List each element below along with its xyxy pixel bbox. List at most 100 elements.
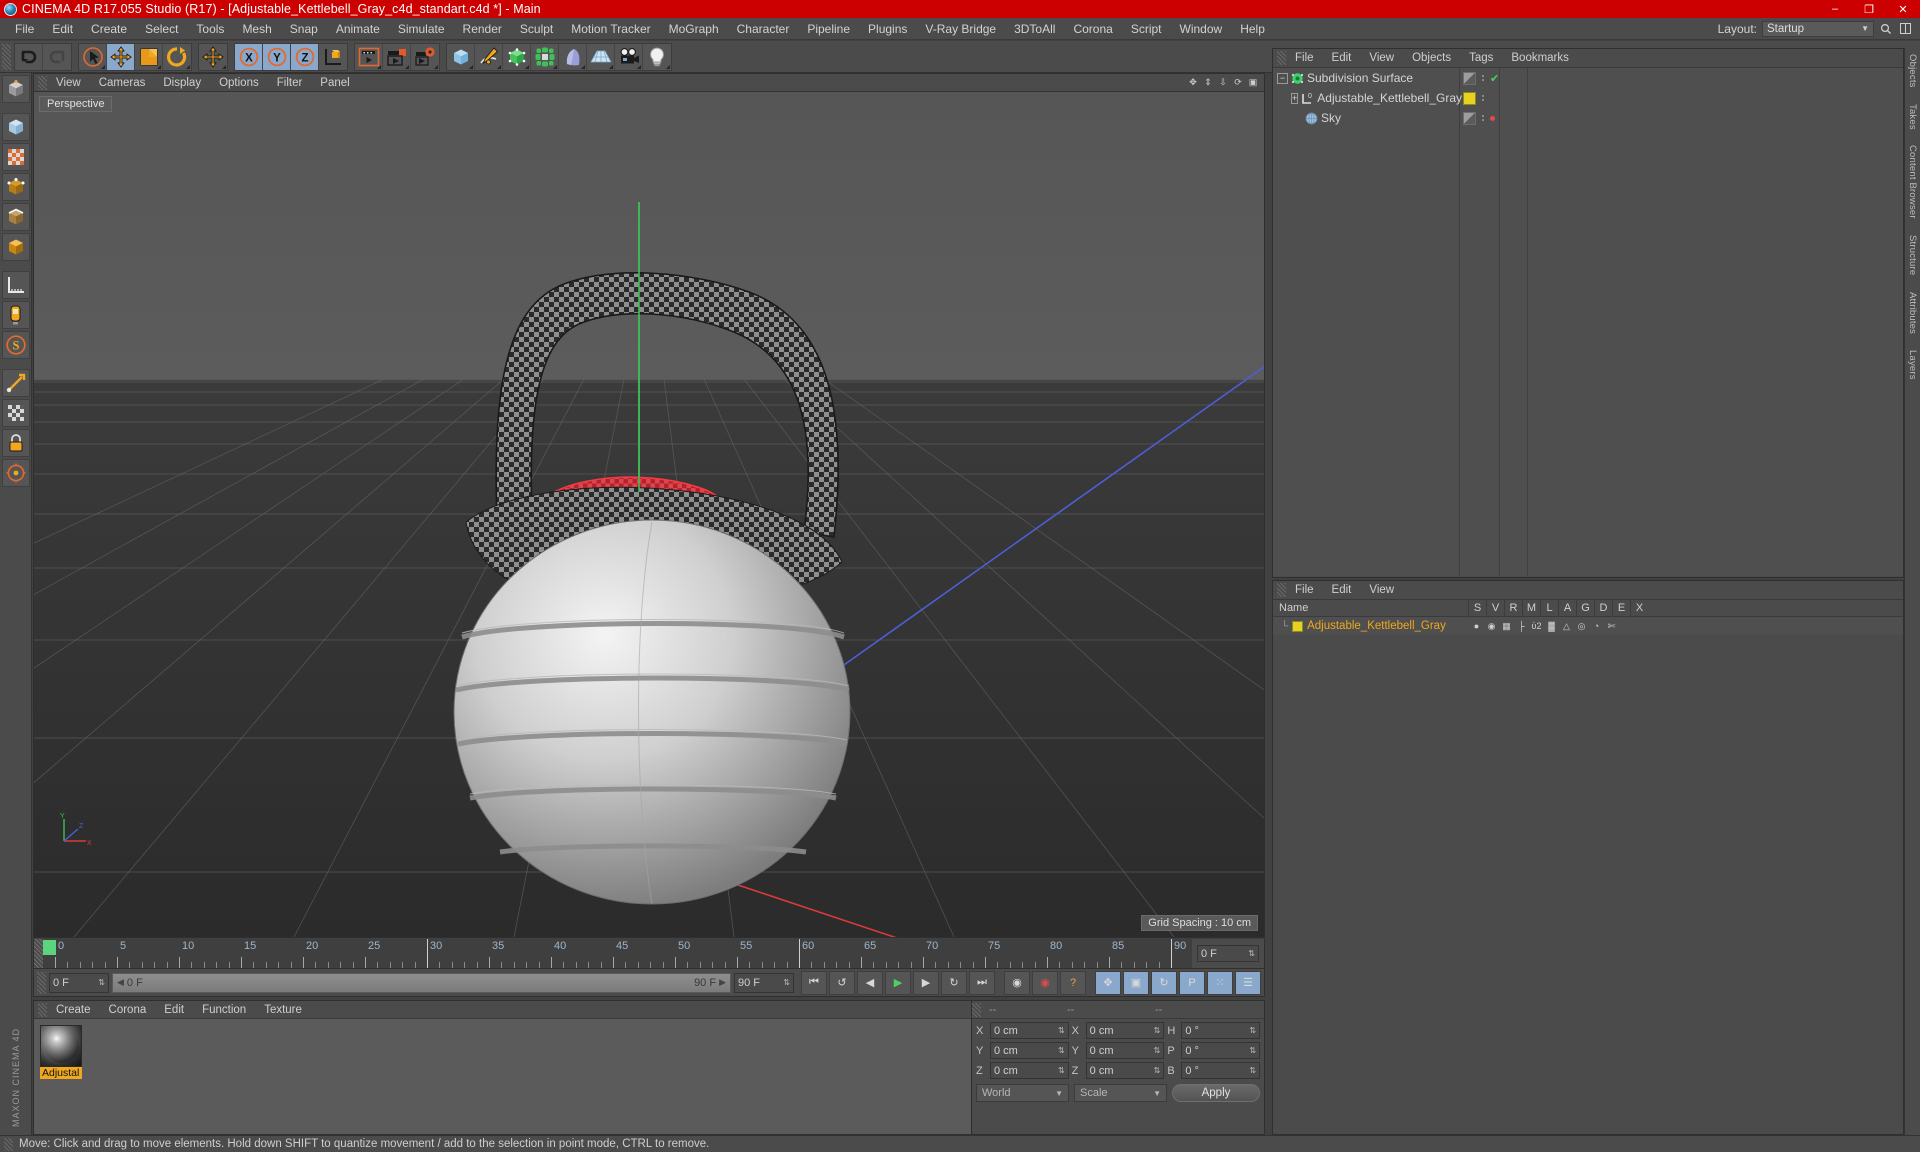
- expression-toggle-icon[interactable]: ◔: [1591, 620, 1602, 632]
- pla-key-button[interactable]: ⁙: [1207, 970, 1233, 995]
- object-menu-edit[interactable]: Edit: [1323, 49, 1361, 67]
- position-y-field[interactable]: 0 cm ⇅: [990, 1042, 1069, 1059]
- object-menu-bookmarks[interactable]: Bookmarks: [1502, 49, 1578, 67]
- layer-menu-edit[interactable]: Edit: [1323, 581, 1361, 599]
- render-settings-button[interactable]: [411, 43, 439, 70]
- object-row[interactable]: +0 Adjustable_Kettlebell_Gray: [1273, 88, 1903, 108]
- timeline-current-marker[interactable]: [43, 940, 56, 955]
- autokeying-button[interactable]: ◉: [1032, 970, 1058, 995]
- column-header-r[interactable]: R: [1504, 599, 1522, 617]
- spinner-icon[interactable]: ⇅: [1058, 1026, 1065, 1035]
- rotation-b-field[interactable]: 0 ° ⇅: [1181, 1062, 1261, 1079]
- object-menu-objects[interactable]: Objects: [1403, 49, 1460, 67]
- column-header-v[interactable]: V: [1486, 599, 1504, 617]
- dock-tab-objects[interactable]: Objects: [1907, 54, 1918, 88]
- disabled-dot-icon[interactable]: [1490, 115, 1495, 121]
- edges-mode-button[interactable]: [1, 203, 30, 231]
- playbar-grip[interactable]: [37, 971, 46, 994]
- viewport-menu-options[interactable]: Options: [210, 74, 268, 92]
- range-right-arrow-icon[interactable]: ▶: [719, 977, 726, 988]
- polygons-mode-button[interactable]: [1, 233, 30, 261]
- live-selection-button[interactable]: [79, 43, 107, 70]
- tag-placeholder-icon[interactable]: [1463, 111, 1476, 125]
- material-menu-texture[interactable]: Texture: [255, 1001, 311, 1019]
- menu-window[interactable]: Window: [1171, 18, 1232, 40]
- menu-file[interactable]: File: [6, 18, 43, 40]
- material-thumbnail[interactable]: [40, 1025, 82, 1067]
- timeline-grip[interactable]: [34, 939, 43, 968]
- menu-corona[interactable]: Corona: [1064, 18, 1121, 40]
- move-tool-button[interactable]: [107, 43, 135, 70]
- step-back-button[interactable]: ◀: [857, 970, 883, 995]
- visibility-dots-icon[interactable]: [1482, 95, 1484, 101]
- column-header-e[interactable]: E: [1612, 599, 1630, 617]
- spinner-icon[interactable]: ⇅: [98, 978, 105, 987]
- collapse-icon[interactable]: −: [1277, 72, 1288, 84]
- dock-tab-takes[interactable]: Takes: [1907, 104, 1918, 130]
- zoom-view-icon[interactable]: ⇕: [1202, 77, 1214, 89]
- tag-placeholder-icon[interactable]: [1463, 71, 1476, 85]
- model-mode-button[interactable]: [1, 113, 30, 141]
- position-x-field[interactable]: 0 cm ⇅: [990, 1022, 1069, 1039]
- spinner-icon[interactable]: ⇅: [1058, 1066, 1065, 1075]
- camera-button[interactable]: [615, 43, 643, 70]
- dock-tab-content-browser[interactable]: Content Browser: [1907, 145, 1918, 219]
- render-view-button[interactable]: [355, 43, 383, 70]
- snap-icon-button[interactable]: [1, 459, 30, 487]
- measure-tool-button[interactable]: [1, 271, 30, 299]
- spinner-icon[interactable]: ⇅: [1249, 1066, 1256, 1075]
- size-x-field[interactable]: 0 cm ⇅: [1085, 1022, 1165, 1039]
- next-key-button[interactable]: ↻: [941, 970, 967, 995]
- menu-script[interactable]: Script: [1122, 18, 1171, 40]
- make-editable-button[interactable]: [1, 75, 30, 103]
- spinner-icon[interactable]: ⇅: [1249, 1046, 1256, 1055]
- current-frame-field[interactable]: 0 F ⇅: [49, 972, 109, 993]
- position-z-field[interactable]: 0 cm ⇅: [990, 1062, 1069, 1079]
- search-icon[interactable]: [1879, 22, 1893, 36]
- object-manager-body[interactable]: − Subdivision Surface ✔ +0 Adjustable_Kettle…: [1273, 68, 1903, 576]
- sculpt-s-icon-button[interactable]: S: [1, 331, 30, 359]
- column-header-s[interactable]: S: [1468, 599, 1486, 617]
- xref-toggle-icon[interactable]: ✄: [1606, 620, 1617, 632]
- object-menu-file[interactable]: File: [1286, 49, 1323, 67]
- timeline-ruler[interactable]: 0 5 10 15 20 25 30 35 40 45 50 55 60 65 70 75 80 85 90: [43, 939, 1192, 968]
- world-coordinate-button[interactable]: [319, 43, 347, 70]
- rotate-view-icon[interactable]: ⟳: [1232, 77, 1244, 89]
- menu-motion-tracker[interactable]: Motion Tracker: [562, 18, 659, 40]
- material-manager-body[interactable]: Adjustal: [34, 1019, 992, 1134]
- object-row[interactable]: Sky: [1273, 108, 1903, 128]
- material-menu-edit[interactable]: Edit: [155, 1001, 193, 1019]
- spline-pen-button[interactable]: [475, 43, 503, 70]
- material-menu-function[interactable]: Function: [193, 1001, 255, 1019]
- rotation-h-field[interactable]: 0 ° ⇅: [1181, 1022, 1261, 1039]
- workplane-button[interactable]: [1, 301, 30, 329]
- viewport-menu-display[interactable]: Display: [154, 74, 210, 92]
- param-key-button[interactable]: P: [1179, 970, 1205, 995]
- layer-row[interactable]: └ Adjustable_Kettlebell_Gray ● ◉ ▦ ├ ὑ2 ▓ △ ◎ ◔ ✄: [1273, 617, 1903, 635]
- play-button[interactable]: ▶: [885, 970, 911, 995]
- object-name[interactable]: Adjustable_Kettlebell_Gray: [1317, 91, 1462, 105]
- position-key-button[interactable]: ✥: [1095, 970, 1121, 995]
- column-header-g[interactable]: G: [1576, 599, 1594, 617]
- visibility-dots-icon[interactable]: [1482, 75, 1484, 81]
- object-manager-grip[interactable]: [1277, 51, 1286, 65]
- array-button[interactable]: [531, 43, 559, 70]
- column-header-x[interactable]: X: [1630, 599, 1648, 617]
- menu-mograph[interactable]: MoGraph: [660, 18, 728, 40]
- deformer-toggle-icon[interactable]: ◎: [1576, 620, 1587, 632]
- object-menu-view[interactable]: View: [1360, 49, 1403, 67]
- scale-key-button[interactable]: ▣: [1123, 970, 1149, 995]
- checker-toggle-button[interactable]: [1, 399, 30, 427]
- material-tag-icon[interactable]: [1463, 91, 1476, 105]
- scale-tool-button[interactable]: [135, 43, 163, 70]
- menu-help[interactable]: Help: [1231, 18, 1274, 40]
- layout-combo[interactable]: Startup ▼: [1762, 20, 1874, 37]
- pan-view-icon[interactable]: ✥: [1187, 77, 1199, 89]
- menu-3dtoall[interactable]: 3DToAll: [1005, 18, 1064, 40]
- dock-tab-attributes[interactable]: Attributes: [1907, 292, 1918, 334]
- menu-animate[interactable]: Animate: [327, 18, 389, 40]
- material-menu-corona[interactable]: Corona: [100, 1001, 156, 1019]
- toolbar-grip[interactable]: [2, 43, 11, 70]
- viewport-menu-view[interactable]: View: [47, 74, 90, 92]
- drag-tool-button[interactable]: [199, 43, 227, 70]
